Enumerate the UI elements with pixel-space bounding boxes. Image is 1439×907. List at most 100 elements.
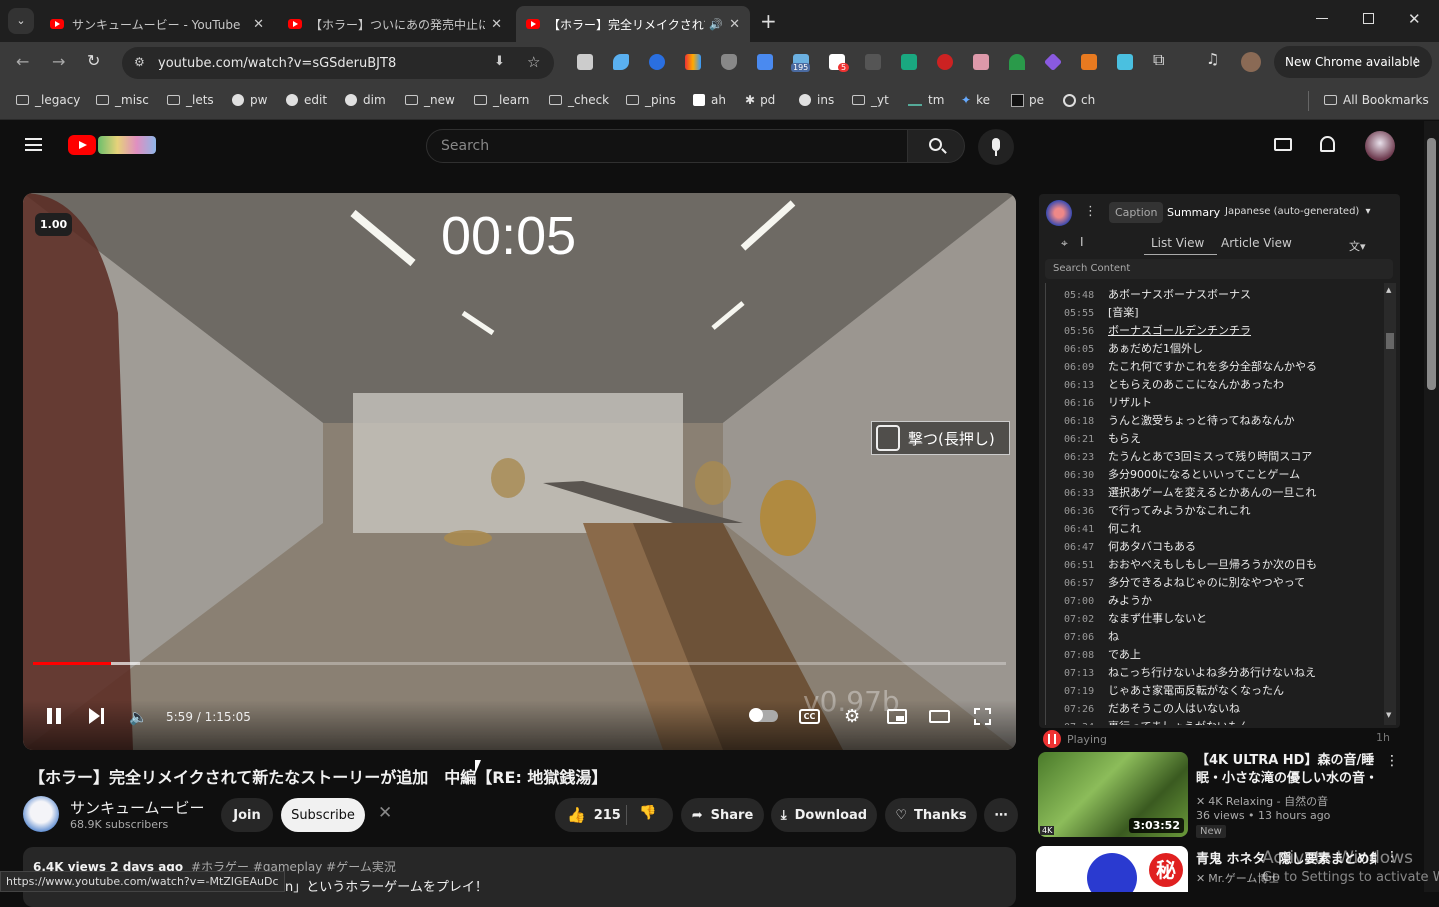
transcript-search-input[interactable]: Search Content <box>1045 259 1393 279</box>
transcript-timestamp[interactable]: 06:09 <box>1064 362 1108 373</box>
youtube-logo[interactable] <box>68 135 96 155</box>
link-extension-icon[interactable] <box>865 54 881 70</box>
transcript-timestamp[interactable]: 07:34 <box>1064 722 1108 725</box>
transcript-row[interactable]: 06:21 もらえ <box>1064 430 1141 448</box>
bookmark-item[interactable]: _yt <box>852 93 889 107</box>
more-actions-button[interactable]: ⋯ <box>984 798 1018 832</box>
language-select[interactable]: Japanese (auto-generated) ▾ <box>1225 206 1371 217</box>
transcript-timestamp[interactable]: 07:06 <box>1064 632 1108 643</box>
settings-gear-icon[interactable]: ⚙ <box>844 706 860 727</box>
ublock-shield-icon[interactable] <box>721 54 737 70</box>
bookmark-item[interactable]: ✱ pd <box>745 93 775 107</box>
transcript-row[interactable]: 06:36 で行ってみようかなこれこれ <box>1064 502 1250 520</box>
transcript-timestamp[interactable]: 07:13 <box>1064 668 1108 679</box>
new-chrome-available-button[interactable]: New Chrome available ⋮ <box>1274 46 1432 78</box>
transcript-timestamp[interactable]: 06:18 <box>1064 416 1108 427</box>
join-button[interactable]: Join <box>221 798 273 832</box>
counter-extension-icon[interactable]: 195 <box>791 54 811 72</box>
tab-close-icon[interactable]: ✕ <box>729 17 740 32</box>
maximize-icon[interactable] <box>1363 13 1374 24</box>
transcript-timestamp[interactable]: 06:36 <box>1064 506 1108 517</box>
transcript-row[interactable]: 06:23 たうんとあで3回ミスって残り時間スコア <box>1064 448 1312 466</box>
transcript-timestamp[interactable]: 06:30 <box>1064 470 1108 481</box>
scroll-up-arrow-icon[interactable]: ▲ <box>1386 286 1391 294</box>
media-control-icon[interactable]: ♫ <box>1206 50 1219 68</box>
volume-icon[interactable]: 🔈 <box>129 708 148 726</box>
bookmark-item[interactable]: dim <box>345 93 386 107</box>
voice-search-button[interactable] <box>978 129 1014 165</box>
bookmark-item[interactable]: ins <box>799 93 834 107</box>
bookmark-star-icon[interactable]: ☆ <box>527 53 540 71</box>
channel-avatar[interactable] <box>23 796 59 832</box>
transcript-row[interactable]: 07:26 だあそうこの人はいないね <box>1064 700 1240 718</box>
transcript-timestamp[interactable]: 06:57 <box>1064 578 1108 589</box>
bookmark-item[interactable]: _pins <box>626 93 676 107</box>
transcript-row[interactable]: 06:18 うんと激受ちょっと待ってねあなんか <box>1064 412 1294 430</box>
video-thumbnail[interactable]: 秘 <box>1036 846 1188 892</box>
speaker-icon[interactable]: 🔊 <box>709 18 723 31</box>
miniplayer-icon[interactable] <box>887 709 907 724</box>
subscribe-button[interactable]: Subscribe <box>281 798 365 832</box>
tab-video-current[interactable]: 【ホラー】完全リメイクされて新た 🔊 ✕ <box>516 6 750 42</box>
more-vert-icon[interactable]: ⋮ <box>1385 753 1399 769</box>
hamburger-menu-icon[interactable] <box>25 138 42 151</box>
bookmark-item[interactable]: _legacy <box>16 93 80 107</box>
transcript-timestamp[interactable]: 07:02 <box>1064 614 1108 625</box>
extensions-puzzle-icon[interactable]: ⧉ <box>1153 50 1164 70</box>
transcript-timestamp[interactable]: 07:08 <box>1064 650 1108 661</box>
transcript-timestamp[interactable]: 06:33 <box>1064 488 1108 499</box>
transcript-timestamp[interactable]: 06:16 <box>1064 398 1108 409</box>
summary-tab[interactable]: Summary <box>1161 202 1226 223</box>
seo-extension-icon[interactable] <box>937 54 953 70</box>
download-button[interactable]: ⤓ Download <box>771 798 877 832</box>
back-arrow-icon[interactable]: ← <box>16 52 29 71</box>
next-icon[interactable] <box>89 708 100 724</box>
transcript-timestamp[interactable]: 06:21 <box>1064 434 1108 445</box>
close-window-icon[interactable]: ✕ <box>1408 10 1421 28</box>
transcript-row[interactable]: 06:13 ともらえのあここになんかあったわ <box>1064 376 1284 394</box>
locate-icon[interactable]: ⌖ <box>1061 236 1068 251</box>
bookmark-item[interactable]: _misc <box>96 93 149 107</box>
transcript-timestamp[interactable]: 07:00 <box>1064 596 1108 607</box>
captions-button[interactable]: CC <box>799 709 820 724</box>
tab-search-button[interactable]: ⌄ <box>8 8 34 34</box>
bookmark-item[interactable]: _learn <box>474 93 529 107</box>
block-x-icon[interactable]: ✕ <box>1196 795 1205 808</box>
transcript-row[interactable]: 06:09 たこれ何ですかこれを多分全部なんかやる <box>1064 358 1317 376</box>
transcript-row[interactable]: 06:47 何あタバコもある <box>1064 538 1196 556</box>
screen-extension-icon[interactable] <box>901 54 917 70</box>
page-scrollbar[interactable] <box>1424 121 1439 892</box>
translate-icon[interactable]: 文▾ <box>1349 238 1366 254</box>
tab-video-previous[interactable]: 【ホラー】ついにあの発売中止にな ✕ <box>278 6 512 42</box>
transcript-row[interactable]: 05:48 あボーナスボーナスボーナス <box>1064 286 1251 304</box>
caption-tab[interactable]: Caption <box>1109 202 1164 223</box>
panel-menu-icon[interactable]: ⋮ <box>1084 204 1097 219</box>
transcript-row[interactable]: 06:16 リザルト <box>1064 394 1152 412</box>
transcript-timestamp[interactable]: 05:56 <box>1064 326 1108 337</box>
transcript-row[interactable]: 06:41 何これ <box>1064 520 1141 538</box>
save-extension-icon[interactable] <box>1117 54 1133 70</box>
bookmark-item[interactable]: ah <box>693 93 726 107</box>
bookmark-item[interactable]: ✦ ke <box>961 93 990 107</box>
transcript-timestamp[interactable]: 06:51 <box>1064 560 1108 571</box>
address-bar[interactable]: ⚙ youtube.com/watch?v=sGSderuBJT8 ⬇ ☆ <box>122 47 554 79</box>
diamond-extension-icon[interactable] <box>1043 52 1063 72</box>
transcript-timestamp[interactable]: 06:41 <box>1064 524 1108 535</box>
bookmark-item[interactable]: edit <box>286 93 327 107</box>
transcript-row[interactable]: 07:08 であ上 <box>1064 646 1141 664</box>
transcript-timestamp[interactable]: 06:13 <box>1064 380 1108 391</box>
search-button[interactable] <box>907 129 965 163</box>
transcript-timestamp[interactable]: 06:47 <box>1064 542 1108 553</box>
avatar-extension-icon[interactable] <box>973 54 989 70</box>
transcript-list[interactable]: 05:48 あボーナスボーナスボーナス 05:55 [音楽] 05:56 ボーナスゴールデ… <box>1045 283 1381 725</box>
thanks-button[interactable]: ♡ Thanks <box>885 798 977 832</box>
pause-icon[interactable] <box>47 708 61 724</box>
transcript-timestamp[interactable]: 05:48 <box>1064 290 1108 301</box>
video-player[interactable]: 1.00 00:05 撃つ(長押し) v0.97b 🔈 5:59 / 1:15:… <box>23 193 1016 750</box>
bookmark-item[interactable]: pe <box>1011 93 1044 107</box>
qr-extension-icon[interactable] <box>577 54 593 70</box>
search-input[interactable]: Search <box>426 129 908 163</box>
bookmark-item[interactable]: _lets <box>167 93 214 107</box>
list-view-tab[interactable]: List View <box>1151 236 1204 250</box>
create-video-icon[interactable] <box>1274 138 1292 151</box>
